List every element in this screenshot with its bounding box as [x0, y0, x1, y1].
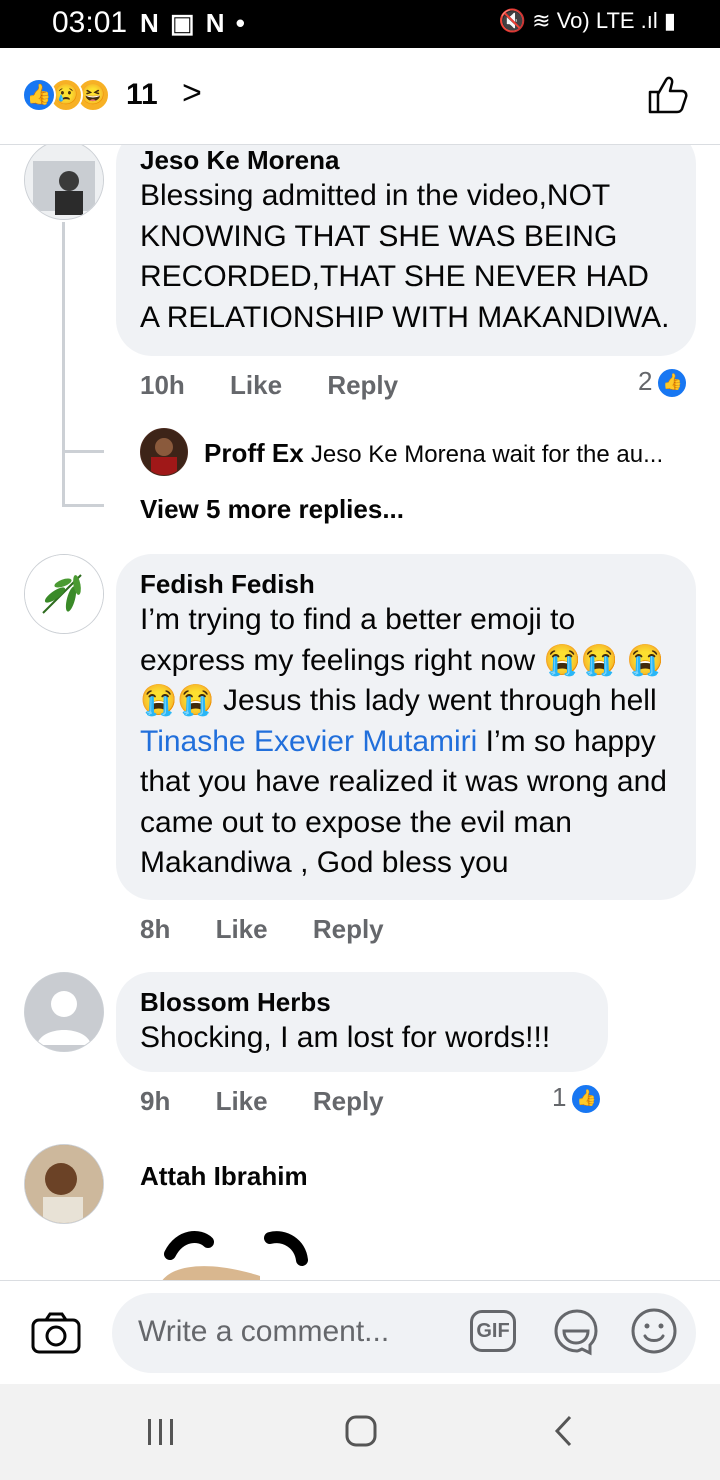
system-status-icons: 🔇 ≋ Vo) LTE .ıl ▮	[498, 8, 676, 33]
notification-icons: N ▣ N •	[140, 8, 247, 38]
status-time: 03:01	[52, 6, 128, 39]
profile-photo-icon	[141, 429, 187, 475]
comment-input-placeholder: Write a comment...	[138, 1315, 390, 1348]
leaf-logo-icon	[25, 555, 103, 633]
like-button[interactable]: Like	[230, 370, 282, 400]
comment-actions: 10h Like Reply	[140, 370, 436, 401]
comment-time: 9h	[140, 1086, 171, 1116]
smiley-icon	[631, 1308, 677, 1354]
emoji-button[interactable]	[630, 1307, 678, 1360]
gif-button[interactable]: GIF	[470, 1310, 516, 1352]
home-button[interactable]	[344, 1414, 378, 1457]
chevron-right-icon[interactable]: >	[182, 74, 202, 113]
like-reaction-icon: 👍	[656, 367, 689, 400]
sticker-button[interactable]	[550, 1307, 600, 1362]
cat-sticker-icon	[162, 1231, 308, 1280]
comments-sheet: 👍 😢 😆 11 > Jeso Ke Morena Blessing admit…	[0, 48, 720, 1384]
like-button[interactable]: Like	[216, 1086, 268, 1116]
reaction-count: 2	[638, 366, 653, 396]
comment-author[interactable]: Fedish Fedish	[140, 568, 672, 600]
comment-author[interactable]: Blossom Herbs	[140, 986, 584, 1018]
comment-bubble[interactable]: Jeso Ke Morena Blessing admitted in the …	[116, 128, 696, 356]
recent-apps-button[interactable]	[146, 1414, 176, 1456]
reply-button[interactable]: Reply	[313, 1086, 384, 1116]
reactions-header[interactable]: 👍 😢 😆 11 >	[0, 48, 720, 145]
thumbs-up-outline-icon	[648, 76, 688, 114]
back-button[interactable]	[552, 1414, 576, 1457]
system-navigation-bar	[0, 1384, 720, 1480]
comment-composer: Write a comment... GIF	[0, 1280, 720, 1384]
reaction-count: 1	[552, 1082, 567, 1112]
avatar[interactable]	[24, 1144, 104, 1224]
mention-link[interactable]: Tinashe Exevier Mutamiri	[140, 725, 477, 758]
camera-button[interactable]	[30, 1311, 82, 1360]
reply-text: Jeso Ke Morena wait for the au...	[310, 441, 664, 468]
comment-reactions[interactable]: 2 👍	[638, 366, 689, 400]
profile-photo-icon	[25, 1145, 103, 1223]
thread-line	[62, 222, 65, 504]
comment-bubble[interactable]: Fedish Fedish I’m trying to find a bette…	[116, 554, 696, 900]
thread-branch	[62, 450, 104, 453]
comment-actions: 8h Like Reply	[140, 914, 422, 945]
comment-reactions[interactable]: 1 👍	[552, 1082, 603, 1116]
comment-input[interactable]: Write a comment... GIF	[112, 1293, 696, 1373]
avatar[interactable]	[24, 554, 104, 634]
reaction-count[interactable]: 11	[126, 78, 158, 112]
camera-icon	[31, 1312, 81, 1354]
back-icon	[554, 1415, 572, 1447]
home-icon	[345, 1415, 377, 1447]
comment-text: I’m trying to find a better emoji to exp…	[140, 600, 672, 884]
comment-author[interactable]: Jeso Ke Morena	[140, 144, 672, 176]
like-post-button[interactable]	[646, 74, 688, 121]
reply-preview[interactable]: Proff Ex Jeso Ke Morena wait for the au.…	[204, 438, 663, 469]
comment-author[interactable]: Attah Ibrahim	[140, 1160, 308, 1192]
sticker-icon	[554, 1309, 598, 1356]
reply-author[interactable]: Proff Ex	[204, 438, 304, 468]
comment-text: Blessing admitted in the video,NOT KNOWI…	[140, 179, 670, 334]
avatar[interactable]	[24, 972, 104, 1052]
reaction-icons[interactable]: 👍 😢 😆	[22, 78, 122, 112]
like-reaction-icon: 👍	[22, 78, 56, 112]
avatar[interactable]	[24, 140, 104, 220]
comment-bubble[interactable]: Blossom Herbs Shocking, I am lost for wo…	[116, 972, 608, 1072]
reply-button[interactable]: Reply	[313, 914, 384, 944]
view-more-replies-link[interactable]: View 5 more replies...	[140, 494, 404, 525]
thread-branch	[62, 504, 104, 507]
like-reaction-icon: 👍	[570, 1083, 603, 1116]
recent-apps-icon	[148, 1419, 173, 1445]
default-profile-icon	[25, 973, 103, 1051]
profile-photo-icon	[25, 141, 103, 219]
comment-text: Shocking, I am lost for words!!!	[140, 1021, 551, 1054]
like-button[interactable]: Like	[216, 914, 268, 944]
sticker-image	[150, 1224, 320, 1280]
comment-time: 10h	[140, 370, 185, 400]
reply-button[interactable]: Reply	[327, 370, 398, 400]
status-bar: 03:01 N ▣ N • 🔇 ≋ Vo) LTE .ıl ▮	[0, 0, 720, 48]
reply-avatar[interactable]	[140, 428, 188, 476]
comment-time: 8h	[140, 914, 171, 944]
comment-actions: 9h Like Reply	[140, 1086, 422, 1117]
comment-text-part: I’m trying to find a better emoji to exp…	[140, 603, 664, 717]
